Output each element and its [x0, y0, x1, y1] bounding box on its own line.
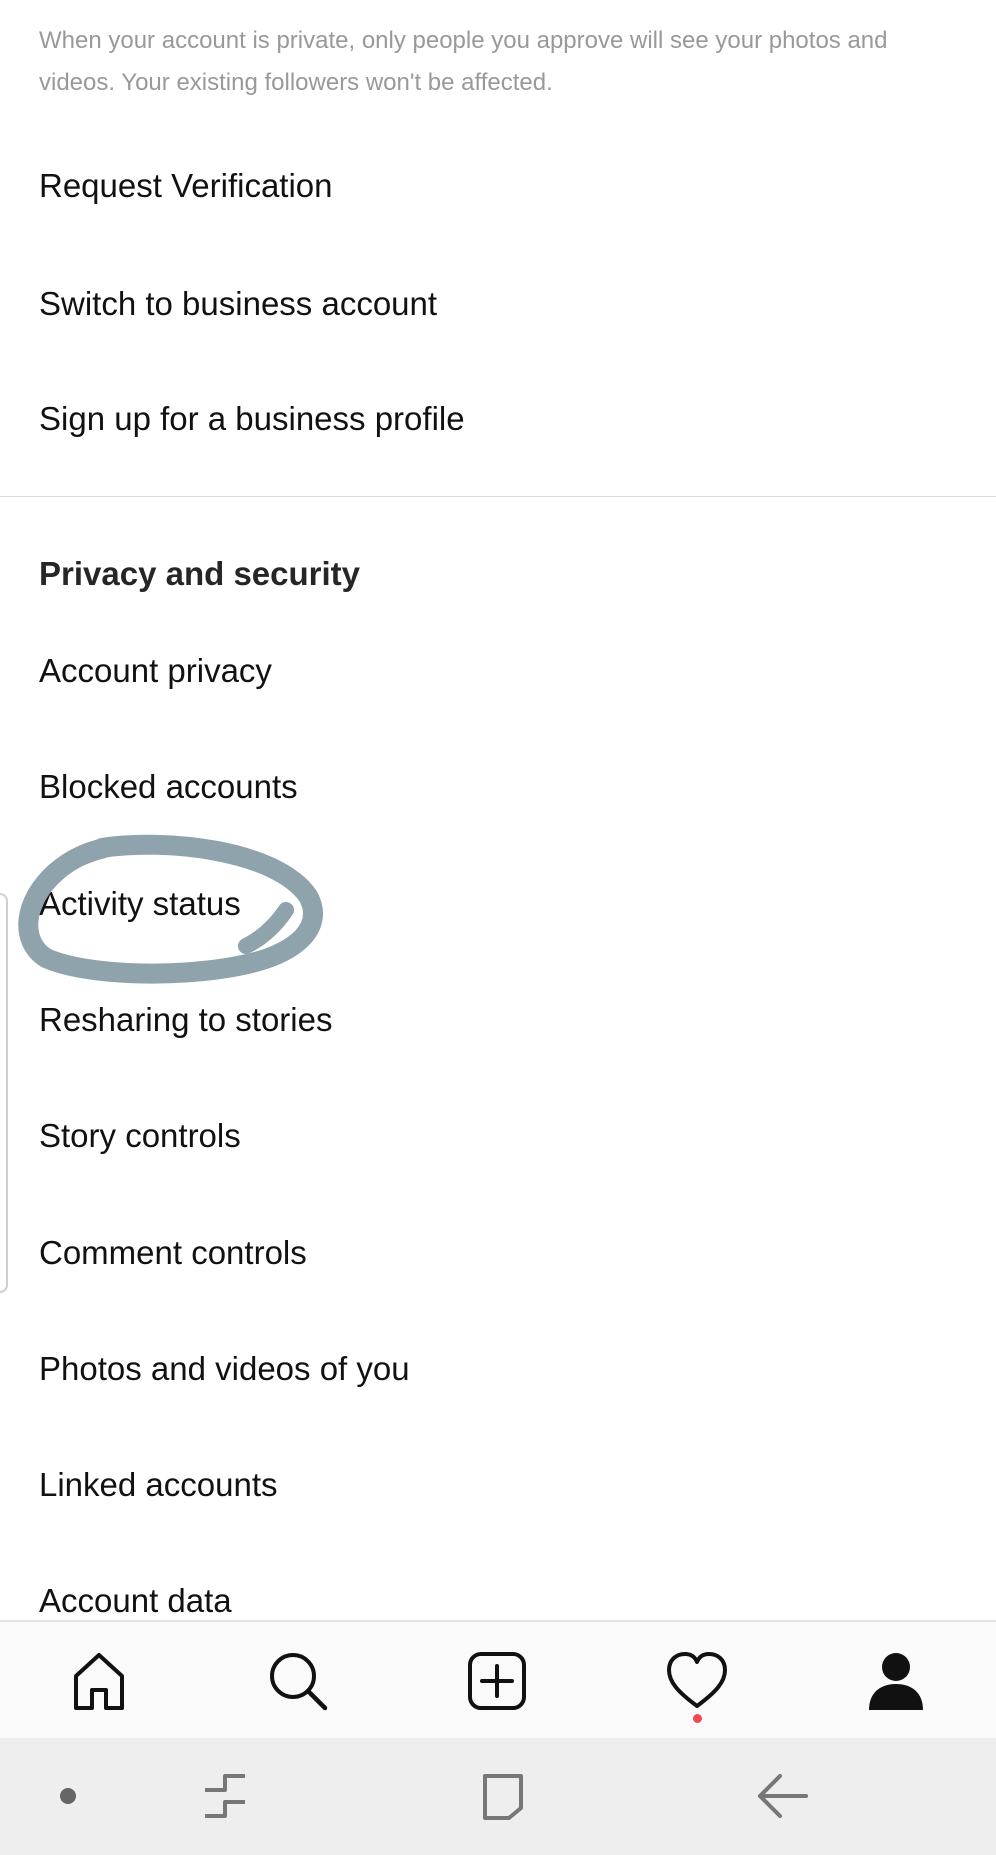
profile-icon: [869, 1653, 923, 1710]
profile-tab[interactable]: [863, 1648, 929, 1714]
system-navigation-bar: [0, 1738, 996, 1855]
dot-icon: [60, 1788, 76, 1804]
system-home-button[interactable]: [473, 1768, 533, 1824]
activity-status-item[interactable]: Activity status: [39, 874, 241, 934]
account-data-item[interactable]: Account data: [39, 1571, 232, 1620]
private-account-note: When your account is private, only peopl…: [39, 27, 888, 96]
activity-notification-dot: [693, 1714, 702, 1723]
recent-apps-icon: [205, 1774, 245, 1818]
resharing-to-stories-item[interactable]: Resharing to stories: [39, 990, 332, 1050]
linked-accounts-item[interactable]: Linked accounts: [39, 1455, 278, 1515]
new-post-tab[interactable]: [464, 1648, 530, 1714]
settings-screen: When your account is private, only peopl…: [0, 0, 996, 1855]
activity-tab[interactable]: [664, 1648, 730, 1714]
edge-panel-handle[interactable]: [0, 893, 8, 1293]
home-icon: [74, 1653, 124, 1710]
home-square-icon: [483, 1774, 523, 1820]
back-arrow-icon: [758, 1774, 808, 1818]
settings-list[interactable]: When your account is private, only peopl…: [0, 0, 996, 1620]
switch-business-account-item[interactable]: Switch to business account: [39, 274, 437, 334]
business-profile-signup-item[interactable]: Sign up for a business profile: [39, 389, 465, 449]
nav-dot-button[interactable]: [38, 1768, 98, 1824]
search-tab[interactable]: [265, 1648, 331, 1714]
request-verification-item[interactable]: Request Verification: [39, 156, 333, 216]
story-controls-item[interactable]: Story controls: [39, 1106, 241, 1166]
new-post-icon: [468, 1652, 526, 1710]
section-divider: [0, 496, 996, 497]
photos-videos-of-you-item[interactable]: Photos and videos of you: [39, 1339, 410, 1399]
bottom-tab-bar: [0, 1620, 996, 1738]
activity-heart-icon: [667, 1652, 727, 1708]
account-privacy-item[interactable]: Account privacy: [39, 641, 272, 701]
search-icon: [270, 1653, 328, 1711]
recent-apps-button[interactable]: [195, 1768, 255, 1824]
comment-controls-item[interactable]: Comment controls: [39, 1223, 307, 1283]
privacy-section-title: Privacy and security: [39, 555, 361, 592]
system-back-button[interactable]: [752, 1768, 812, 1824]
home-tab[interactable]: [66, 1648, 132, 1714]
blocked-accounts-item[interactable]: Blocked accounts: [39, 757, 298, 817]
